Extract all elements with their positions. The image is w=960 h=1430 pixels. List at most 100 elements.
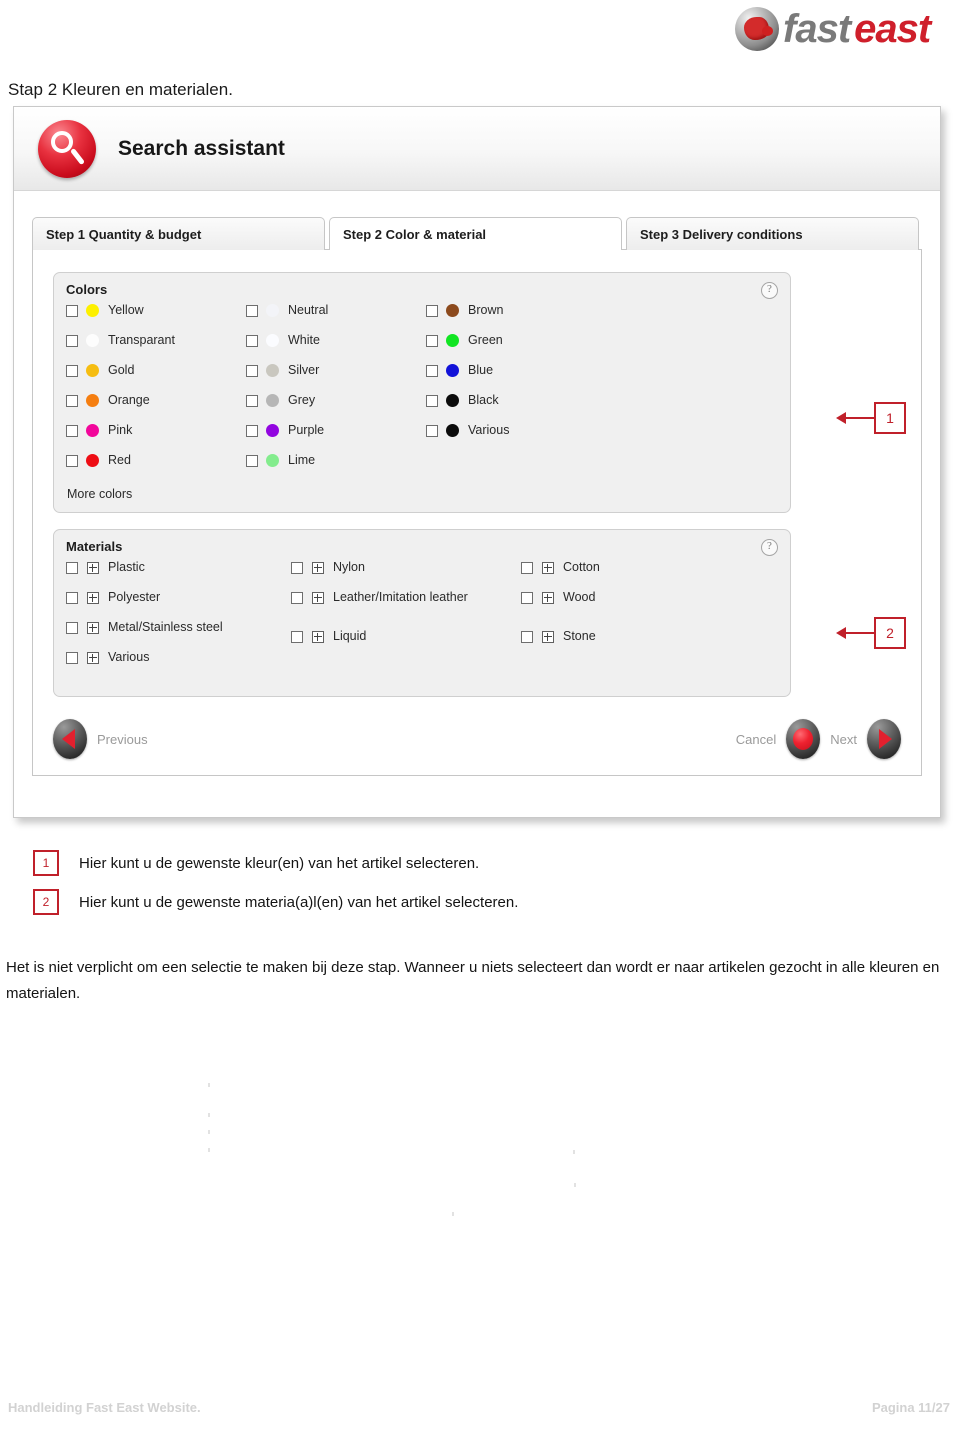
tab-step-3-label: Step 3 Delivery conditions — [640, 226, 803, 242]
label-blue: Blue — [468, 363, 494, 377]
tab-step-3[interactable]: Step 3 Delivery conditions — [626, 217, 919, 250]
checkbox-lime[interactable] — [246, 455, 258, 467]
expand-plus-icon[interactable] — [312, 631, 324, 643]
color-option-yellow[interactable]: Yellow — [66, 303, 246, 333]
tab-step-2[interactable]: Step 2 Color & material — [329, 217, 622, 250]
expand-plus-icon[interactable] — [312, 592, 324, 604]
label-metal-stainless-steel: Metal/Stainless steel — [108, 620, 223, 634]
color-option-neutral[interactable]: Neutral — [246, 303, 426, 333]
label-transparant: Transparant — [108, 333, 175, 347]
checkbox-various-material[interactable] — [66, 652, 78, 664]
expand-plus-icon[interactable] — [87, 652, 99, 664]
label-cotton: Cotton — [563, 560, 600, 574]
checkbox-purple[interactable] — [246, 425, 258, 437]
checkbox-brown[interactable] — [426, 305, 438, 317]
material-option-metal-stainless-steel[interactable]: Metal/Stainless steel — [66, 620, 291, 650]
colors-help-icon[interactable]: ? — [761, 282, 778, 299]
color-option-silver[interactable]: Silver — [246, 363, 426, 393]
logo-text-east: east — [854, 7, 931, 51]
material-option-polyester[interactable]: Polyester — [66, 590, 291, 620]
color-option-gold[interactable]: Gold — [66, 363, 246, 393]
checkbox-yellow[interactable] — [66, 305, 78, 317]
checkbox-silver[interactable] — [246, 365, 258, 377]
expand-plus-icon[interactable] — [542, 631, 554, 643]
color-option-pink[interactable]: Pink — [66, 423, 246, 453]
material-option-wood[interactable]: Wood — [521, 590, 746, 620]
next-label[interactable]: Next — [830, 732, 857, 747]
expand-plus-icon[interactable] — [87, 592, 99, 604]
color-option-brown[interactable]: Brown — [426, 303, 606, 333]
color-option-green[interactable]: Green — [426, 333, 606, 363]
label-plastic: Plastic — [108, 560, 145, 574]
cancel-button[interactable] — [786, 719, 821, 759]
label-black: Black — [468, 393, 499, 407]
color-option-lime[interactable]: Lime — [246, 453, 426, 483]
checkbox-neutral[interactable] — [246, 305, 258, 317]
checkbox-plastic[interactable] — [66, 562, 78, 574]
color-option-purple[interactable]: Purple — [246, 423, 426, 453]
colors-column-3: Brown Green Blue Black Various — [426, 303, 606, 483]
color-option-transparant[interactable]: Transparant — [66, 333, 246, 363]
material-option-various[interactable]: Various — [66, 650, 291, 680]
color-option-white[interactable]: White — [246, 333, 426, 363]
checkbox-black[interactable] — [426, 395, 438, 407]
material-option-stone[interactable]: Stone — [521, 629, 746, 659]
color-option-red[interactable]: Red — [66, 453, 246, 483]
material-option-plastic[interactable]: Plastic — [66, 560, 291, 590]
color-option-black[interactable]: Black — [426, 393, 606, 423]
swatch-lime — [266, 454, 279, 467]
previous-button[interactable] — [53, 719, 87, 759]
next-button[interactable] — [867, 719, 901, 759]
callout-number-1: 1 — [874, 402, 906, 434]
checkbox-polyester[interactable] — [66, 592, 78, 604]
checkbox-cotton[interactable] — [521, 562, 533, 574]
swatch-neutral — [266, 304, 279, 317]
label-grey: Grey — [288, 393, 316, 407]
checkbox-various-color[interactable] — [426, 425, 438, 437]
stop-dot-icon — [793, 728, 814, 750]
expand-plus-icon[interactable] — [87, 622, 99, 634]
expand-plus-icon[interactable] — [542, 592, 554, 604]
color-option-grey[interactable]: Grey — [246, 393, 426, 423]
material-option-leather[interactable]: Leather/Imitation leather — [291, 590, 521, 620]
expand-plus-icon[interactable] — [542, 562, 554, 574]
more-colors-link[interactable]: More colors — [67, 487, 778, 501]
scan-speck — [574, 1183, 576, 1187]
expand-plus-icon[interactable] — [312, 562, 324, 574]
checkbox-leather[interactable] — [291, 592, 303, 604]
checkbox-transparant[interactable] — [66, 335, 78, 347]
material-option-liquid[interactable]: Liquid — [291, 629, 521, 659]
color-option-various[interactable]: Various — [426, 423, 606, 453]
color-option-orange[interactable]: Orange — [66, 393, 246, 423]
checkbox-liquid[interactable] — [291, 631, 303, 643]
window-body: Step 1 Quantity & budget Step 2 Color & … — [14, 191, 940, 776]
checkbox-orange[interactable] — [66, 395, 78, 407]
material-option-nylon[interactable]: Nylon — [291, 560, 521, 590]
label-polyester: Polyester — [108, 590, 161, 604]
checkbox-wood[interactable] — [521, 592, 533, 604]
previous-label[interactable]: Previous — [97, 732, 148, 747]
checkbox-pink[interactable] — [66, 425, 78, 437]
checkbox-grey[interactable] — [246, 395, 258, 407]
checkbox-gold[interactable] — [66, 365, 78, 377]
legend-text-1: Hier kunt u de gewenste kleur(en) van he… — [79, 854, 480, 872]
checkbox-metal-stainless-steel[interactable] — [66, 622, 78, 634]
tab-step-1[interactable]: Step 1 Quantity & budget — [32, 217, 325, 250]
material-option-cotton[interactable]: Cotton — [521, 560, 746, 590]
checkbox-red[interactable] — [66, 455, 78, 467]
colors-column-2: Neutral White Silver Grey Purple Lime — [246, 303, 426, 483]
expand-plus-icon[interactable] — [87, 562, 99, 574]
checkbox-white[interactable] — [246, 335, 258, 347]
materials-help-icon[interactable]: ? — [761, 539, 778, 556]
checkbox-green[interactable] — [426, 335, 438, 347]
colors-group: ? Colors Yellow Transparant Gold Orange … — [53, 272, 791, 513]
checkbox-nylon[interactable] — [291, 562, 303, 574]
cancel-label[interactable]: Cancel — [736, 732, 776, 747]
swatch-transparant — [86, 334, 99, 347]
swatch-gold — [86, 364, 99, 377]
checkbox-blue[interactable] — [426, 365, 438, 377]
label-silver: Silver — [288, 363, 320, 377]
checkbox-stone[interactable] — [521, 631, 533, 643]
color-option-blue[interactable]: Blue — [426, 363, 606, 393]
label-lime: Lime — [288, 453, 316, 467]
